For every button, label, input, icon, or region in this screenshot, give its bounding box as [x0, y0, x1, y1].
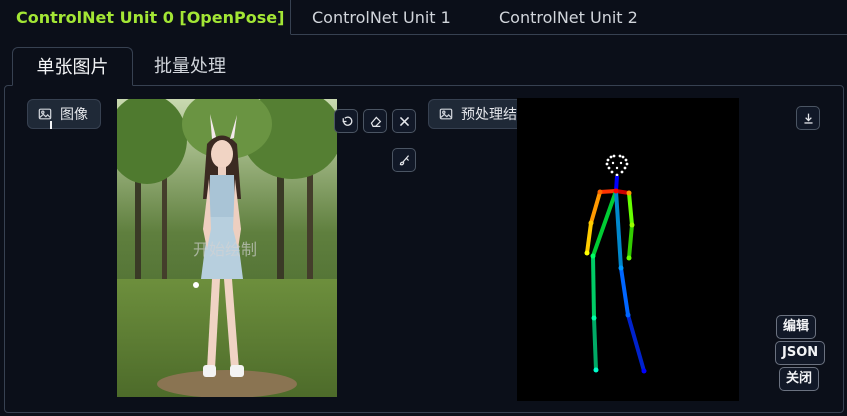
tab-controlnet-unit-2[interactable]: ControlNet Unit 2 — [499, 0, 638, 35]
tab-controlnet-unit-0[interactable]: ControlNet Unit 0 [OpenPose] — [0, 0, 291, 35]
image-label-text: 图像 — [60, 107, 88, 123]
image-icon — [439, 108, 453, 120]
preprocessor-preview — [517, 98, 739, 401]
face-keypoints — [605, 154, 629, 177]
controlnet-panel: ControlNet Unit 0 [OpenPose] ControlNet … — [0, 0, 847, 416]
tab-single-image[interactable]: 单张图片 — [12, 47, 133, 86]
image-icon — [38, 108, 52, 120]
download-button[interactable] — [796, 106, 820, 130]
download-icon — [803, 113, 813, 124]
close-button[interactable]: 关闭 — [779, 367, 820, 391]
text-cursor — [50, 121, 52, 129]
eraser-icon — [370, 116, 381, 127]
json-button[interactable]: JSON — [775, 341, 826, 365]
pose-skeleton — [584, 154, 647, 374]
tab-batch[interactable]: 批量处理 — [154, 47, 226, 86]
canvas-draw-hint: 开始绘制 — [193, 240, 258, 259]
undo-icon — [342, 115, 352, 126]
undo-button[interactable] — [334, 109, 358, 133]
tab-controlnet-unit-1[interactable]: ControlNet Unit 1 — [312, 0, 451, 35]
edit-button[interactable]: 编辑 — [776, 315, 817, 339]
brush-icon — [399, 154, 409, 165]
brush-button[interactable] — [392, 148, 416, 172]
image-label: 图像 — [27, 99, 101, 129]
clear-button[interactable] — [392, 109, 416, 133]
unit-tab-bar: ControlNet Unit 0 [OpenPose] ControlNet … — [0, 0, 847, 35]
close-icon — [399, 116, 409, 126]
eraser-button[interactable] — [363, 109, 387, 133]
